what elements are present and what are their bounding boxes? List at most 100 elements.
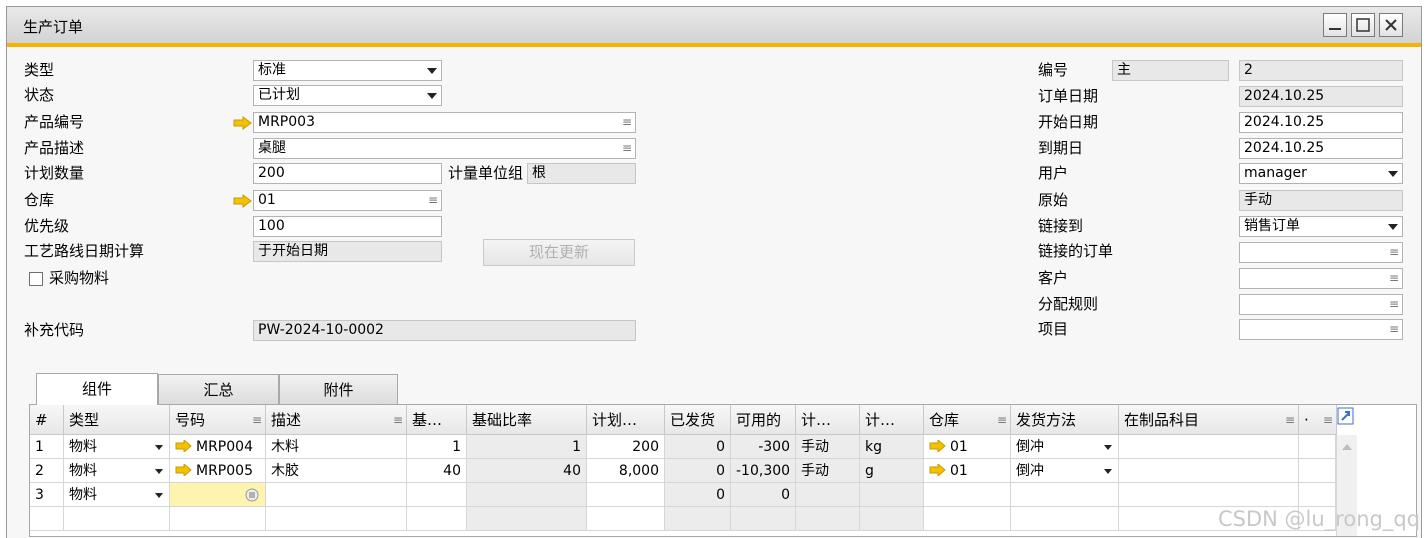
empty-cell[interactable] [860, 507, 924, 531]
cell-planned[interactable]: 200 [587, 435, 665, 459]
start-date-field[interactable]: 2024.10.25 [1239, 112, 1403, 133]
empty-cell[interactable] [924, 507, 1011, 531]
cell-base-qty[interactable]: 1 [407, 435, 467, 459]
link-arrow-icon[interactable] [233, 116, 253, 130]
empty-cell[interactable] [731, 507, 796, 531]
project-field[interactable]: ≡ [1239, 319, 1403, 340]
cell-extra[interactable] [1299, 483, 1336, 507]
empty-cell[interactable] [407, 507, 467, 531]
cell-issue-type[interactable]: 手动 [796, 435, 860, 459]
col-header-wip-account[interactable]: 在制品科目 ≡ [1119, 405, 1299, 435]
cell-wip-account[interactable] [1119, 435, 1299, 459]
cell-available[interactable]: -300 [731, 435, 796, 459]
col-header-uom[interactable]: 计… [860, 405, 924, 435]
type-select[interactable]: 标准 [253, 60, 442, 81]
linked-order-field[interactable]: ≡ [1239, 242, 1403, 263]
product-desc-field[interactable]: 桌腿 ≡ [253, 138, 636, 159]
col-header-desc[interactable]: 描述 ≡ [266, 405, 407, 435]
warehouse-field[interactable]: 01 ≡ [253, 190, 442, 211]
tab-attachments[interactable]: 附件 [279, 374, 398, 404]
cell-available[interactable]: 0 [731, 483, 796, 507]
cell-warehouse[interactable]: 01 [924, 459, 1011, 483]
cell-desc[interactable]: 木胶 [266, 459, 407, 483]
series-field[interactable]: 主 [1112, 60, 1229, 81]
cell-issue-type[interactable] [796, 483, 860, 507]
close-button[interactable] [1379, 13, 1403, 37]
cell-available[interactable]: -10,300 [731, 459, 796, 483]
empty-cell[interactable] [665, 507, 731, 531]
customer-field[interactable]: ≡ [1239, 268, 1403, 289]
cell-item-no[interactable]: MRP005 [170, 459, 266, 483]
cell-desc[interactable] [266, 483, 407, 507]
col-header-index[interactable]: # [30, 405, 64, 435]
cell-wip-account[interactable] [1119, 459, 1299, 483]
cell-planned[interactable]: 8,000 [587, 459, 665, 483]
cell-desc[interactable]: 木料 [266, 435, 407, 459]
col-header-available[interactable]: 可用的 [731, 405, 796, 435]
cell-uom[interactable]: kg [860, 435, 924, 459]
col-header-issue-method[interactable]: 发货方法 [1011, 405, 1119, 435]
cell-uom[interactable]: g [860, 459, 924, 483]
empty-cell[interactable] [64, 507, 170, 531]
cell-base-qty[interactable]: 40 [407, 459, 467, 483]
cell-base-qty[interactable] [407, 483, 467, 507]
col-header-base-qty[interactable]: 基… [407, 405, 467, 435]
empty-cell[interactable] [266, 507, 407, 531]
col-header-item-no[interactable]: 号码 ≡ [170, 405, 266, 435]
status-select[interactable]: 已计划 [253, 85, 442, 106]
product-no-field[interactable]: MRP003 ≡ [253, 112, 636, 133]
cell-extra[interactable] [1299, 459, 1336, 483]
cell-planned[interactable] [587, 483, 665, 507]
warehouse-label: 仓库 [24, 191, 55, 209]
cell-base-ratio[interactable]: 40 [467, 459, 587, 483]
link-arrow-icon [929, 438, 946, 454]
cell-type[interactable]: 物料 [64, 459, 170, 483]
cell-issue-method[interactable]: 倒冲 [1011, 459, 1119, 483]
empty-cell[interactable] [587, 507, 665, 531]
empty-cell[interactable] [1011, 507, 1119, 531]
cell-issue-type[interactable]: 手动 [796, 459, 860, 483]
cell-type[interactable]: 物料 [64, 483, 170, 507]
tab-summary[interactable]: 汇总 [158, 374, 279, 404]
cell-base-ratio[interactable] [467, 483, 587, 507]
purchase-material-label: 采购物料 [49, 269, 110, 287]
col-header-issue-type[interactable]: 计… [796, 405, 860, 435]
cell-issue-method[interactable] [1011, 483, 1119, 507]
update-now-button[interactable]: 现在更新 [483, 239, 635, 266]
cell-extra[interactable] [1299, 435, 1336, 459]
empty-cell[interactable] [170, 507, 266, 531]
empty-cell[interactable] [30, 507, 64, 531]
link-arrow-icon[interactable] [233, 194, 253, 208]
priority-field[interactable]: 100 [253, 216, 442, 237]
maximize-button[interactable] [1351, 13, 1375, 37]
purchase-material-checkbox[interactable] [29, 272, 43, 286]
tab-components[interactable]: 组件 [36, 373, 158, 405]
cell-issued[interactable]: 0 [665, 459, 731, 483]
cell-base-ratio[interactable]: 1 [467, 435, 587, 459]
cell-type[interactable]: 物料 [64, 435, 170, 459]
col-header-planned[interactable]: 计划… [587, 405, 665, 435]
empty-cell[interactable] [467, 507, 587, 531]
cell-warehouse[interactable] [924, 483, 1011, 507]
planned-qty-field[interactable]: 200 [253, 163, 442, 184]
column-settings-icon[interactable] [1337, 407, 1355, 429]
col-header-type[interactable]: 类型 [64, 405, 170, 435]
cell-uom[interactable] [860, 483, 924, 507]
empty-cell[interactable] [796, 507, 860, 531]
minimize-button[interactable] [1323, 13, 1347, 37]
due-date-field[interactable]: 2024.10.25 [1239, 138, 1403, 159]
col-header-issued[interactable]: 已发货 [665, 405, 731, 435]
cell-issued[interactable]: 0 [665, 435, 731, 459]
col-header-extra[interactable]: · ≡ [1299, 405, 1337, 435]
cell-warehouse[interactable]: 01 [924, 435, 1011, 459]
cell-item-no[interactable]: MRP004 [170, 435, 266, 459]
linked-to-select[interactable]: 销售订单 [1239, 216, 1403, 237]
distribution-rule-field[interactable]: ≡ [1239, 294, 1403, 315]
cell-wip-account[interactable] [1119, 483, 1299, 507]
cell-item-no[interactable] [170, 483, 266, 507]
col-header-warehouse[interactable]: 仓库 ≡ [924, 405, 1011, 435]
col-header-base-ratio[interactable]: 基础比率 [467, 405, 587, 435]
cell-issue-method[interactable]: 倒冲 [1011, 435, 1119, 459]
user-select[interactable]: manager [1239, 163, 1403, 184]
cell-issued[interactable]: 0 [665, 483, 731, 507]
